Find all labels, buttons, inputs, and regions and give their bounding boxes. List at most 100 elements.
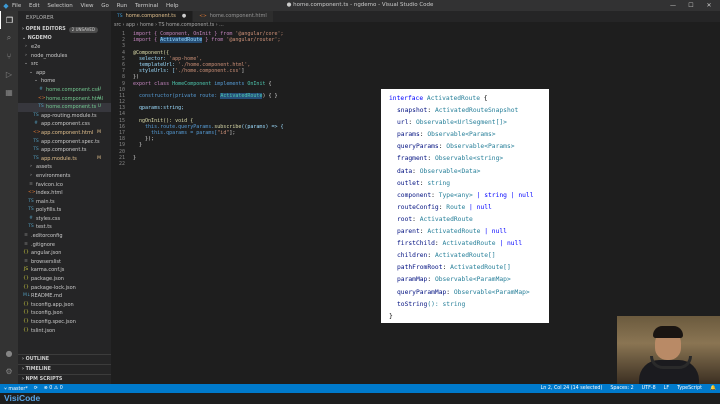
file-tree-item[interactable]: TS app.component.spec.ts: [18, 138, 111, 147]
file-tree-item[interactable]: ≡ browserslist: [18, 258, 111, 267]
file-tree-item[interactable]: <> home.component.html U: [18, 95, 111, 104]
file-tree-item[interactable]: TS app-routing.module.ts: [18, 112, 111, 121]
explorer-sidebar: EXPLORER › OPEN EDITORS 2 UNSAVED ⌄ NGDE…: [18, 11, 111, 384]
css-file-icon: #: [39, 86, 43, 92]
ts-file-icon: TS: [33, 112, 39, 118]
language-mode[interactable]: TypeScript: [677, 386, 702, 391]
unsaved-dot-icon[interactable]: ●: [182, 11, 186, 22]
file-tree-label: tsconfig.app.json: [31, 301, 74, 308]
file-tree-item[interactable]: ≡ .gitignore: [18, 241, 111, 250]
tab-label: home.component.ts: [125, 13, 176, 19]
file-tree-item[interactable]: # home.component.css U: [18, 86, 111, 95]
member-type: ActivatedRoute[]: [434, 252, 496, 260]
account-icon[interactable]: ●: [0, 344, 18, 362]
file-tree-label: index.html: [36, 190, 63, 197]
branch-indicator[interactable]: ⑂ master*: [4, 386, 28, 392]
file-tree-item[interactable]: {} package-lock.json: [18, 284, 111, 293]
member-name: fragment: [397, 155, 428, 163]
source-control-icon[interactable]: ⑂: [0, 47, 18, 65]
file-tree-item[interactable]: # app.component.css: [18, 120, 111, 129]
file-tree-item[interactable]: JS karma.conf.js: [18, 266, 111, 275]
file-tree-item[interactable]: TS polyfills.ts: [18, 206, 111, 215]
menu-terminal[interactable]: Terminal: [135, 3, 158, 9]
file-tree-item[interactable]: › assets: [18, 163, 111, 172]
interface-member: queryParamMap: Observable<ParamMap>: [397, 288, 530, 296]
interface-member: queryParams: Observable<Params>: [397, 143, 515, 151]
extensions-icon[interactable]: ▦: [0, 83, 18, 101]
file-tree-label: tsconfig.json: [31, 310, 63, 317]
project-section[interactable]: ⌄ NGDEMO: [18, 34, 111, 43]
explorer-icon[interactable]: ❐: [0, 11, 18, 29]
html-file-icon: <>: [33, 129, 41, 135]
bell-icon[interactable]: 🔔: [710, 386, 716, 391]
maximize-icon[interactable]: ☐: [682, 0, 700, 11]
menu-view[interactable]: View: [80, 3, 93, 9]
json-file-icon: {}: [23, 301, 29, 307]
file-tree-label: karma.conf.js: [31, 267, 65, 274]
member-name: toString: [397, 300, 428, 308]
file-tree-item[interactable]: # styles.css: [18, 215, 111, 224]
file-tree-item[interactable]: {} tsconfig.json: [18, 309, 111, 318]
close-icon[interactable]: ✕: [700, 0, 718, 11]
file-tree-item[interactable]: TS test.ts: [18, 223, 111, 232]
file-tree-item[interactable]: <> index.html: [18, 189, 111, 198]
menu-go[interactable]: Go: [101, 3, 109, 9]
member-name: component: [397, 191, 432, 199]
sync-icon[interactable]: ⟳: [34, 386, 38, 392]
file-file-icon: ≡: [24, 233, 28, 239]
search-icon[interactable]: ⌕: [0, 29, 18, 47]
menu-help[interactable]: Help: [166, 3, 179, 9]
json-file-icon: {}: [23, 284, 29, 290]
file-tree-item[interactable]: M↓ README.md: [18, 292, 111, 301]
file-tree-item[interactable]: {} angular.json: [18, 249, 111, 258]
line-ending[interactable]: LF: [664, 386, 669, 391]
encoding[interactable]: UTF-8: [642, 386, 656, 391]
run-debug-icon[interactable]: ▷: [0, 65, 18, 83]
folder-icon: ⌄: [34, 78, 38, 84]
file-tree-item[interactable]: › environments: [18, 172, 111, 181]
open-editors-section[interactable]: › OPEN EDITORS 2 UNSAVED: [18, 25, 111, 34]
menu-bar: File Edit Selection View Go Run Terminal…: [12, 3, 185, 9]
file-tree-item[interactable]: › e2e: [18, 43, 111, 52]
file-tree-item[interactable]: ≡ .editorconfig: [18, 232, 111, 241]
file-tree-item[interactable]: {} package.json: [18, 275, 111, 284]
gear-icon[interactable]: ⚙: [0, 362, 18, 380]
interface-member: params: Observable<Params>: [397, 131, 496, 139]
tab-home-component-html[interactable]: <> home.component.html: [193, 11, 274, 22]
member-type-union: | null: [495, 240, 523, 248]
file-tree-label: home: [41, 78, 56, 85]
git-status-badge: U: [97, 104, 101, 110]
menu-selection[interactable]: Selection: [47, 3, 72, 9]
cursor-position[interactable]: Ln 2, Col 24 (14 selected): [541, 386, 603, 391]
menu-edit[interactable]: Edit: [29, 3, 40, 9]
file-tree-item[interactable]: TS app.module.ts M: [18, 155, 111, 164]
tab-home-component-ts[interactable]: TS home.component.ts ●: [111, 11, 194, 22]
file-tree-item[interactable]: {} tslint.json: [18, 327, 111, 336]
file-tree-item[interactable]: TS main.ts: [18, 198, 111, 207]
breadcrumb[interactable]: src › app › home › TS home.component.ts …: [111, 22, 720, 30]
minimize-icon[interactable]: —: [664, 0, 682, 11]
file-tree-label: polyfills.ts: [36, 207, 62, 214]
file-tree-item[interactable]: TS home.component.ts U: [18, 103, 111, 112]
file-tree-item[interactable]: ⌄ home: [18, 77, 111, 86]
open-editors-label: OPEN EDITORS: [25, 27, 66, 32]
file-tree-item[interactable]: ⌄ app: [18, 69, 111, 78]
file-tree-item[interactable]: ≡ favicon.ico: [18, 181, 111, 190]
menu-file[interactable]: File: [12, 3, 21, 9]
member-type: (): string: [427, 300, 466, 308]
npm-scripts-section[interactable]: › NPM SCRIPTS: [18, 374, 111, 384]
file-tree-item[interactable]: › node_modules: [18, 52, 111, 61]
indentation[interactable]: Spaces: 2: [610, 386, 633, 391]
timeline-section[interactable]: › TIMELINE: [18, 364, 111, 374]
interface-member: root: ActivatedRoute: [397, 215, 473, 223]
file-tree-item[interactable]: {} tsconfig.app.json: [18, 301, 111, 310]
file-tree-item[interactable]: ⌄ src: [18, 60, 111, 69]
problems-indicator[interactable]: ⊗ 0 ⚠ 0: [44, 386, 63, 392]
menu-run[interactable]: Run: [117, 3, 128, 9]
outline-section[interactable]: › OUTLINE: [18, 354, 111, 364]
file-tree-item[interactable]: <> app.component.html M: [18, 129, 111, 138]
file-tree-item[interactable]: {} tsconfig.spec.json: [18, 318, 111, 327]
member-type: ActivatedRoute: [427, 228, 481, 236]
file-tree-item[interactable]: TS app.component.ts: [18, 146, 111, 155]
folder-icon: ›: [30, 172, 32, 178]
